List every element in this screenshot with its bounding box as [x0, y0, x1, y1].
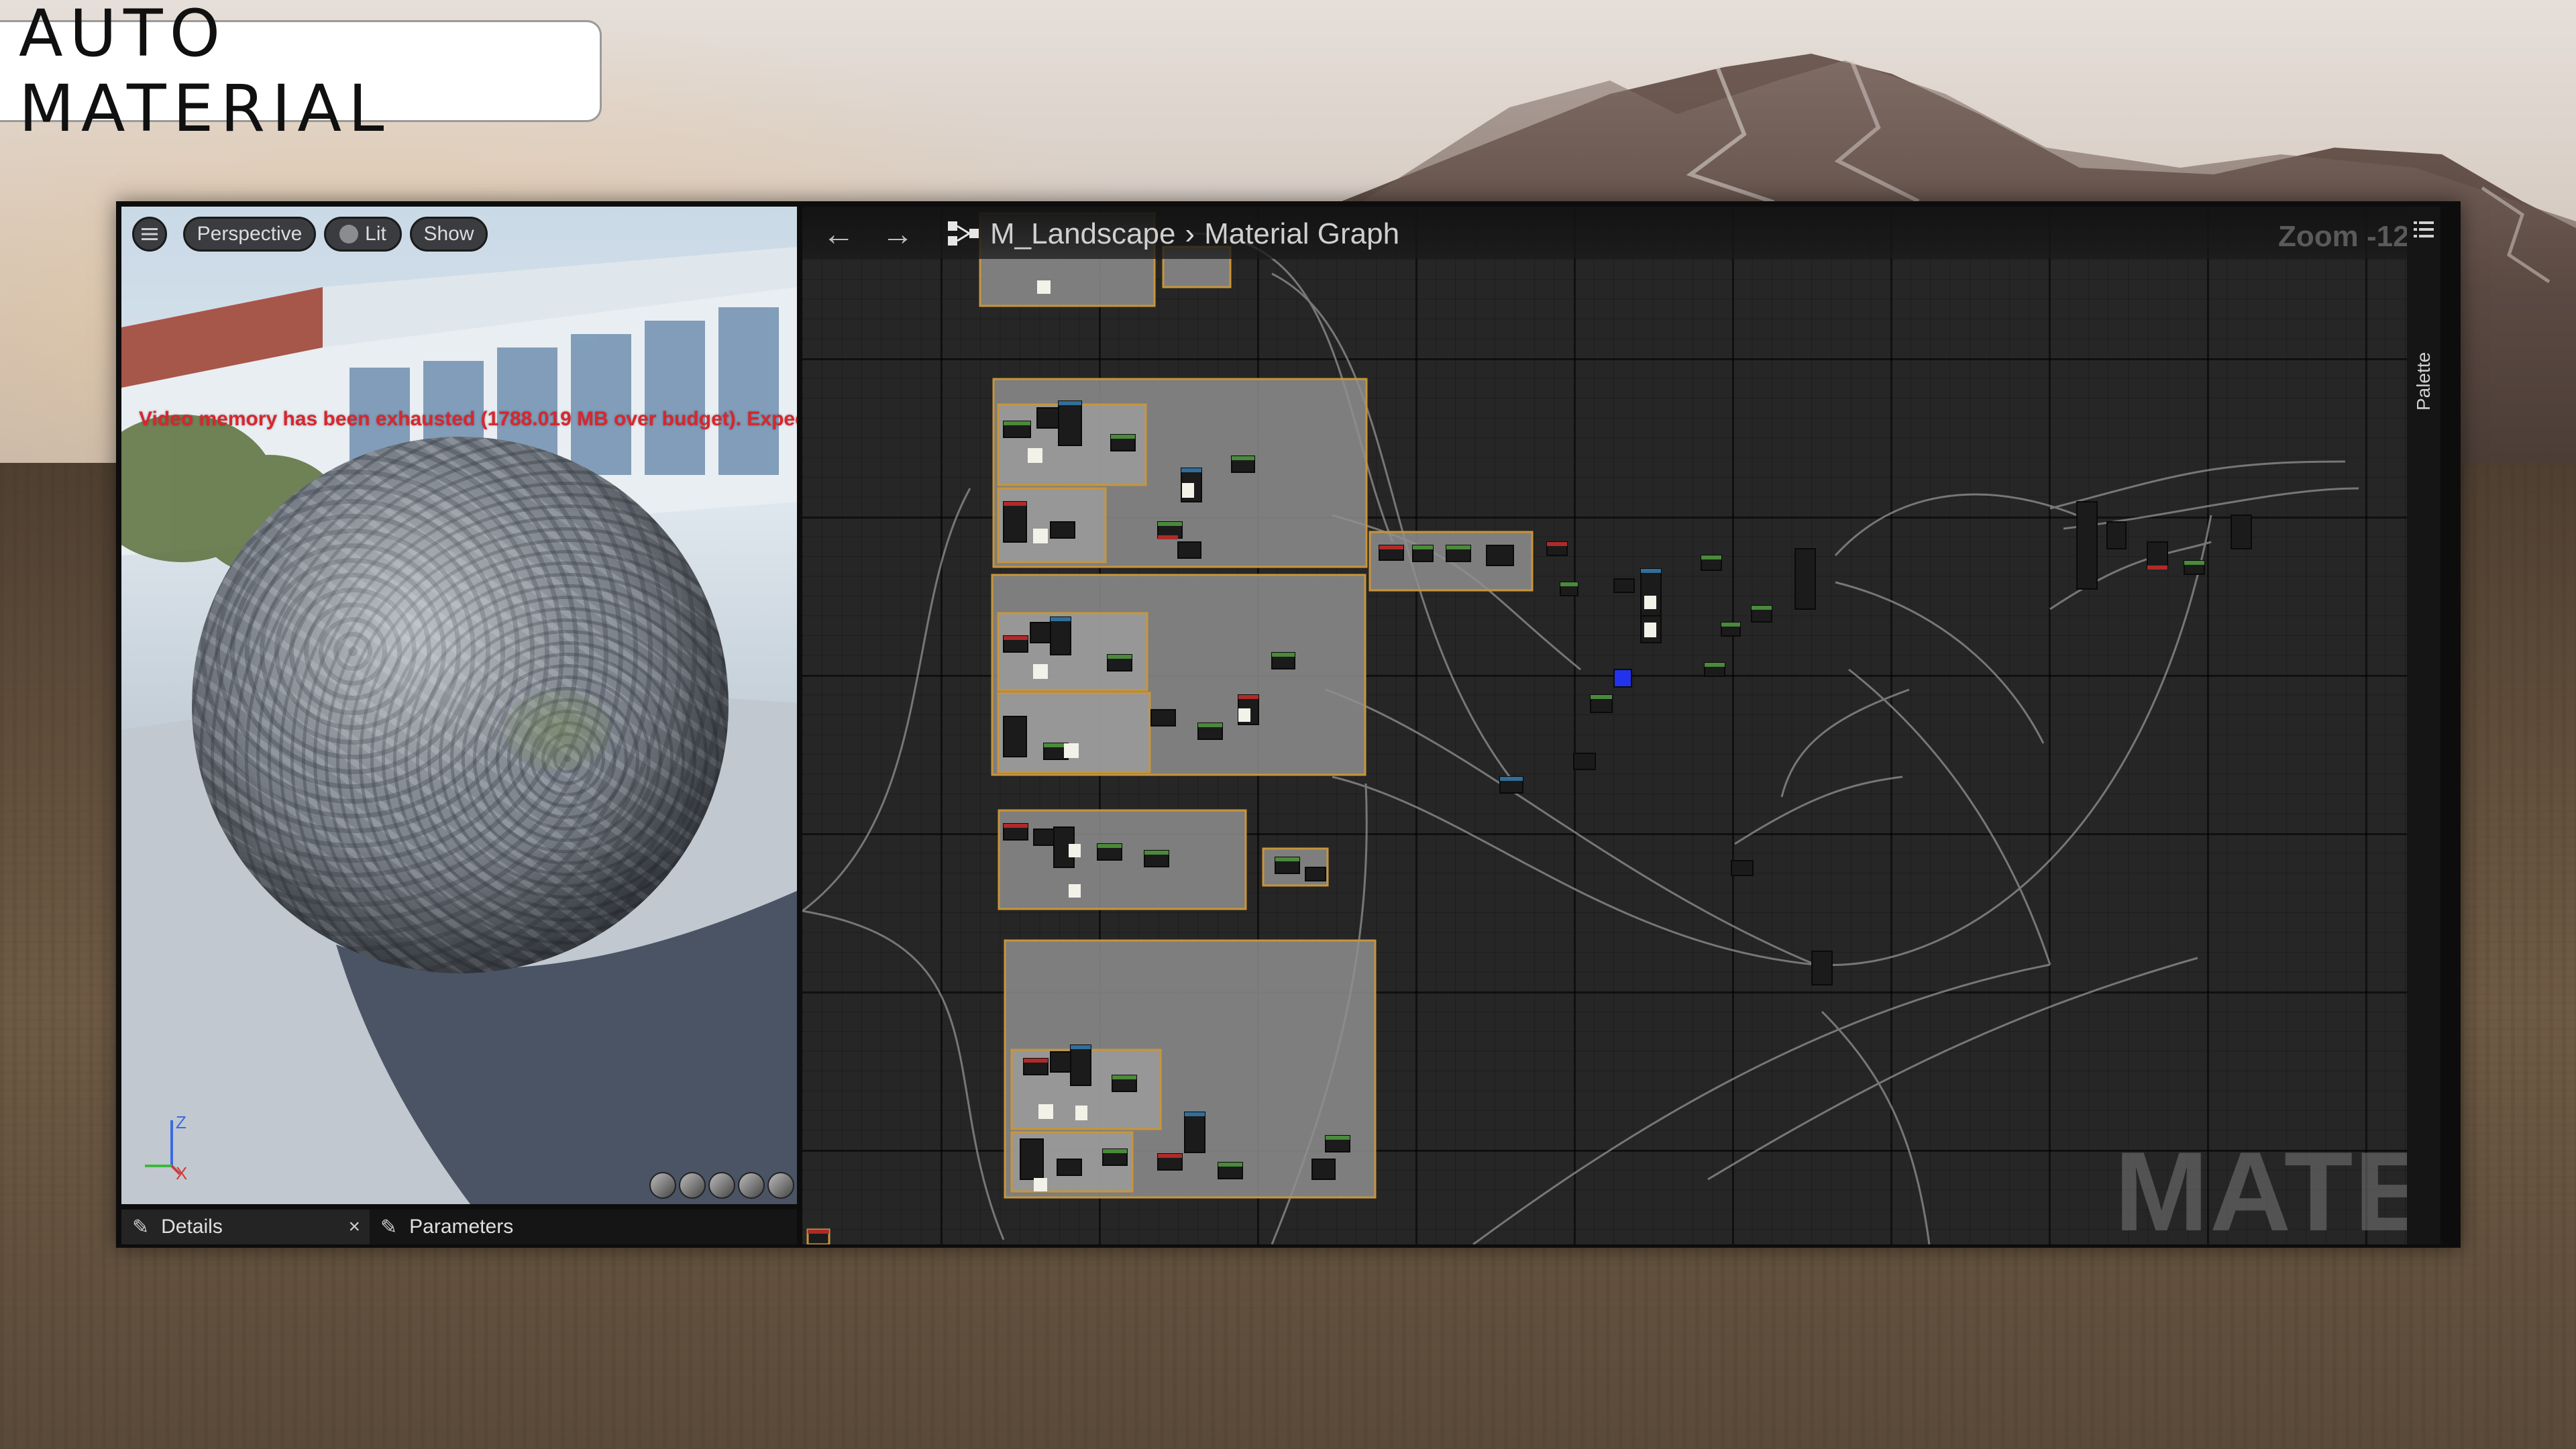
- sphere-moss-patch: [504, 690, 611, 770]
- hamburger-icon: [142, 228, 158, 240]
- list-icon[interactable]: [2414, 220, 2434, 239]
- graph-hierarchy-icon[interactable]: [947, 219, 981, 248]
- teapot-preview-icon[interactable]: [767, 1172, 794, 1199]
- arrow-left-icon[interactable]: ←: [822, 216, 855, 253]
- cylinder-preview-icon[interactable]: [649, 1172, 676, 1199]
- show-label: Show: [423, 223, 474, 245]
- pencil-icon: ✎: [132, 1216, 150, 1238]
- video-memory-warning: Video memory has been exhausted (1788.01…: [139, 408, 797, 430]
- axis-gizmo: Z X: [145, 1112, 187, 1179]
- breadcrumb: M_Landscape › Material Graph: [990, 217, 1399, 251]
- lit-label: Lit: [365, 223, 386, 245]
- preview-viewport[interactable]: Perspective Lit Show Video memory has be…: [121, 207, 797, 1204]
- material-editor-window: Perspective Lit Show Video memory has be…: [116, 201, 2461, 1248]
- tab-details-label: Details: [161, 1216, 223, 1238]
- chevron-right-icon: ›: [1185, 217, 1195, 250]
- tab-parameters-label: Parameters: [409, 1216, 514, 1238]
- material-preview-sphere: [192, 437, 729, 973]
- tab-parameters[interactable]: ✎ Parameters: [370, 1210, 638, 1244]
- lit-sphere-icon: [339, 225, 359, 244]
- palette-sidebar: Palette: [2407, 207, 2440, 1244]
- zoom-level: Zoom -12: [2278, 220, 2410, 253]
- plane-preview-icon[interactable]: [708, 1172, 735, 1199]
- material-graph-canvas[interactable]: ← → M_Landscape › Material Graph Zoom -12 …: [802, 207, 2440, 1244]
- material-watermark: MATERIAL: [2114, 1128, 2440, 1244]
- title-card: AUTO MATERIAL: [0, 0, 602, 146]
- details-tab-bar: ✎ Details × ✎ Parameters: [121, 1210, 797, 1244]
- cube-preview-icon[interactable]: [738, 1172, 765, 1199]
- perspective-button[interactable]: Perspective: [183, 217, 316, 252]
- sphere-preview-icon[interactable]: [679, 1172, 706, 1199]
- pencil-icon: ✎: [380, 1216, 398, 1238]
- graph-toolbar: ← → M_Landscape › Material Graph Zoom -12: [802, 207, 2440, 259]
- lit-mode-button[interactable]: Lit: [324, 217, 402, 252]
- close-icon[interactable]: ×: [348, 1216, 360, 1238]
- arrow-right-icon[interactable]: →: [881, 216, 914, 253]
- breadcrumb-page: Material Graph: [1204, 217, 1400, 250]
- perspective-label: Perspective: [197, 223, 303, 245]
- axis-x-label: X: [176, 1163, 187, 1179]
- title-text: AUTO MATERIAL: [19, 0, 391, 146]
- viewport-menu-button[interactable]: [132, 217, 167, 252]
- axis-z-label: Z: [176, 1112, 186, 1132]
- node-network: [802, 212, 2359, 1244]
- breadcrumb-asset[interactable]: M_Landscape: [990, 217, 1175, 250]
- preview-shape-buttons: [649, 1172, 794, 1199]
- tab-details[interactable]: ✎ Details ×: [121, 1210, 370, 1244]
- constant-color-node: [1613, 669, 1632, 688]
- show-button[interactable]: Show: [410, 217, 488, 252]
- palette-tab[interactable]: Palette: [2408, 341, 2439, 421]
